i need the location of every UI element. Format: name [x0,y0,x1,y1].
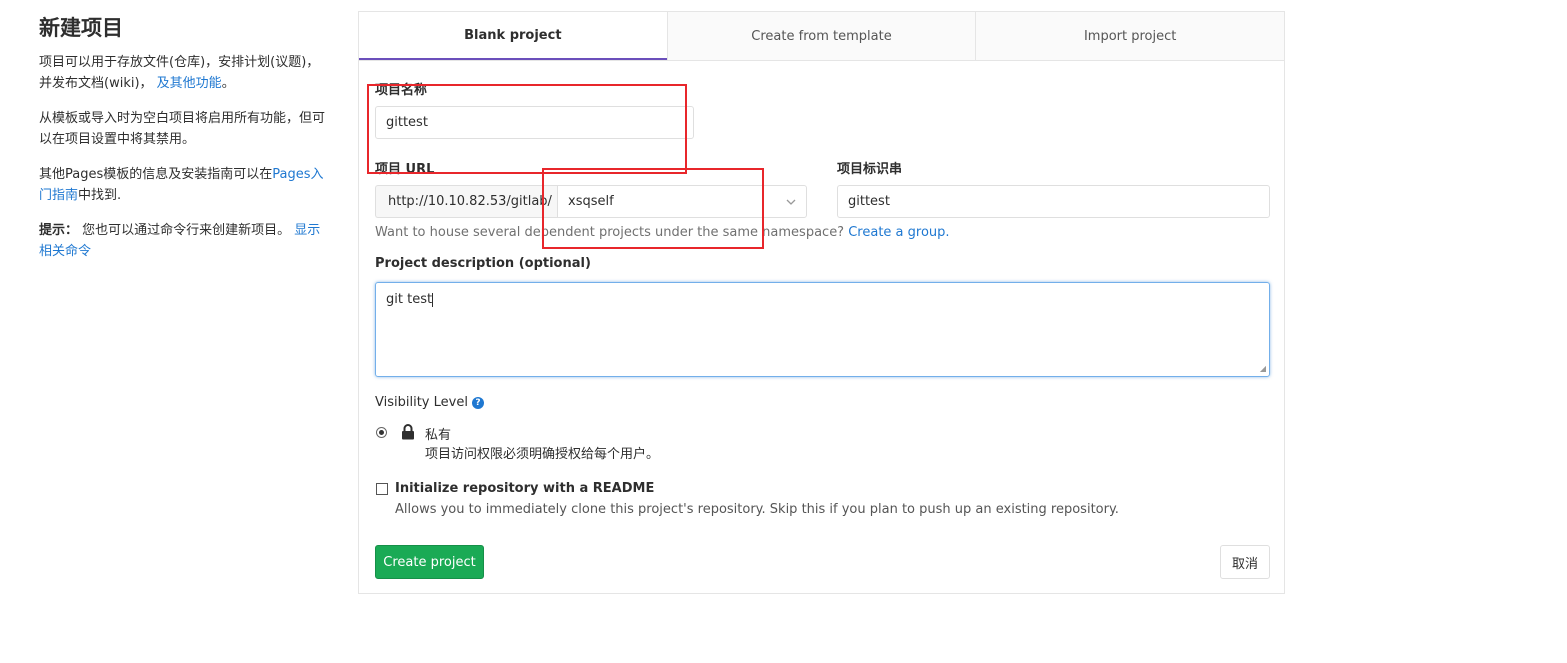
visibility-label: Visibility Level? [375,395,484,410]
private-option-desc: 项目访问权限必须明确授权给每个用户。 [425,447,660,462]
sidebar-pages-note: 其他Pages模板的信息及安装指南可以在Pages入门指南中找到. [39,164,331,206]
tab-import-project[interactable]: Import project [975,12,1285,60]
description-value: git test [386,292,433,307]
description-textarea[interactable]: git test ◢ [375,282,1270,377]
project-url-label-text: 项目 URL [375,162,435,177]
cancel-button[interactable]: 取消 [1220,545,1270,579]
sidebar-template-note: 从模板或导入时为空白项目将启用所有功能，但可以在项目设置中将其禁用。 [39,111,326,147]
create-group-link[interactable]: Create a group. [848,225,949,240]
tab-blank-project[interactable]: Blank project [359,12,667,60]
project-name-label: 项目名称 [375,83,428,98]
sidebar-pages-end: 中找到. [78,188,122,203]
private-radio[interactable] [376,427,387,438]
tip-text: 您也可以通过命令行来创建新项目。 [78,223,295,238]
description-label: Project description (optional) [375,256,591,271]
namespace-select[interactable]: xsqself [557,185,807,218]
project-url-group: http://10.10.82.53/gitlab/ xsqself [375,185,807,218]
new-project-panel: Blank project Create from template Impor… [358,11,1285,594]
project-tabs: Blank project Create from template Impor… [359,12,1285,61]
chevron-down-icon [786,194,796,209]
sidebar-tip: 提示： 您也可以通过命令行来创建新项目。 显示相关命令 [39,220,331,262]
project-slug-label: 项目标识串 [837,162,903,177]
tab-create-from-template[interactable]: Create from template [666,12,976,60]
question-icon[interactable]: ? [471,396,484,409]
resize-handle-icon[interactable]: ◢ [1260,364,1266,373]
sidebar: 新建项目 项目可以用于存放文件(仓库)，安排计划(议题)，并发布文档(wiki)… [39,12,331,276]
readme-checkbox[interactable] [376,483,388,495]
project-slug-input[interactable]: gittest [837,185,1270,218]
text-caret [432,292,434,307]
tip-label: 提示： [39,223,79,238]
private-option-label[interactable]: 私有 [425,424,451,443]
url-prefix: http://10.10.82.53/gitlab/ [375,185,557,218]
group-help-text: Want to house several dependent projects… [375,225,849,240]
readme-desc: Allows you to immediately clone this pro… [395,502,1119,517]
project-url-label: 项目 URL [375,158,434,177]
readme-label[interactable]: Initialize repository with a README [395,481,654,496]
create-project-button[interactable]: Create project [375,545,484,579]
sidebar-intro-end: 。 [221,76,235,91]
page-title: 新建项目 [39,16,123,40]
visibility-label-text: Visibility Level [375,395,468,410]
sidebar-pages-text: 其他Pages模板的信息及安装指南可以在 [39,167,273,182]
more-features-link[interactable]: 及其他功能 [157,76,222,91]
sidebar-intro: 项目可以用于存放文件(仓库)，安排计划(议题)，并发布文档(wiki)， 及其他… [39,52,331,94]
project-name-input[interactable]: gittest [375,106,694,139]
group-help: Want to house several dependent projects… [375,225,950,240]
lock-icon [401,424,415,444]
namespace-value: xsqself [568,194,614,209]
